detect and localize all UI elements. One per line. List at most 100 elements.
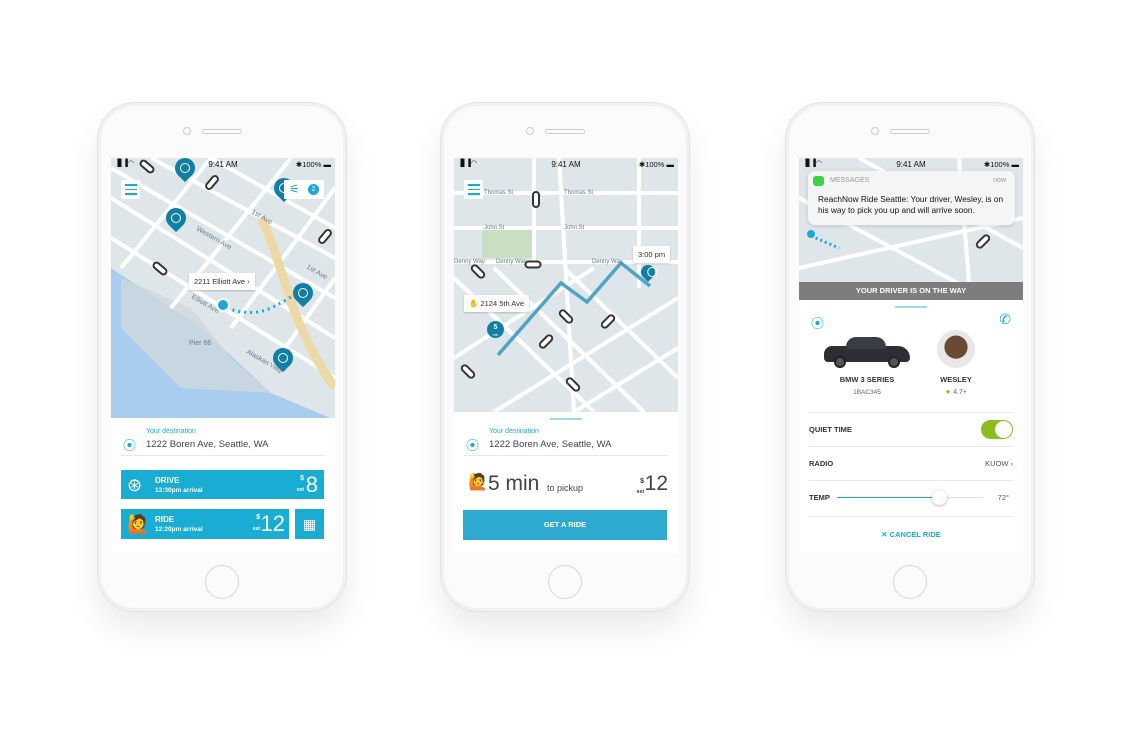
cancel-ride-button[interactable]: ✕ CANCEL RIDE [799, 530, 1023, 539]
schedule-button[interactable]: ▦ [295, 509, 324, 539]
camera [183, 127, 191, 135]
home-button[interactable] [548, 565, 582, 599]
driver-avatar [937, 330, 975, 368]
ride-option-button[interactable]: 🙋 RIDE 12:20pm arrival $ est 12 [121, 509, 289, 539]
map[interactable]: Thomas St Thomas St John St John St Denny Wa… [454, 158, 678, 412]
price: 8 [305, 472, 318, 497]
destination-label: Your destination [146, 428, 196, 435]
speaker [545, 129, 585, 134]
route-pin-icon: ⦿ [123, 438, 137, 453]
driver-rating: ★ 4.7+ [944, 389, 968, 396]
menu-button[interactable] [464, 180, 483, 199]
phone-1: Western Ave 1st Ave Elliott Ave Pier 66 Alas… [97, 102, 347, 612]
drive-option-button[interactable]: ⊛ DRIVE 12:30pm arrival $ est 8 [121, 470, 324, 499]
route-pin-icon: ⦿ [466, 438, 480, 453]
callout-text: 2211 Elliott Ave [194, 277, 246, 286]
price: 12 [644, 472, 668, 495]
divider [809, 446, 1013, 447]
speaker [890, 129, 930, 134]
divider [809, 480, 1013, 481]
drawer-handle[interactable] [895, 306, 927, 308]
svg-text:Denny Way: Denny Way [496, 259, 527, 265]
camera [871, 127, 879, 135]
person-icon: ✋ [469, 299, 479, 308]
close-icon: ✕ [881, 530, 888, 539]
currency: $ [300, 475, 304, 482]
location-callout[interactable]: 2211 Elliott Ave › [189, 273, 255, 290]
svg-text:John St: John St [484, 225, 505, 231]
destination-label: Your destination [489, 428, 539, 435]
status-bar: ▐▌▐ ◠ 9:41 AM ✱100% ▬ [799, 158, 1023, 170]
svg-text:John St: John St [564, 225, 585, 231]
svg-text:Pier 66: Pier 66 [189, 340, 211, 347]
steering-wheel-icon: ⊛ [127, 475, 143, 495]
svg-text:Thomas St: Thomas St [484, 190, 513, 196]
callout-text: 2124 5th Ave [480, 299, 525, 308]
calendar-clock-icon: ▦ [302, 516, 317, 532]
eta-value: 5 min [488, 472, 540, 495]
pickup-callout[interactable]: ✋ 2124 5th Ave [464, 295, 530, 312]
currency: $ [640, 478, 644, 485]
temp-slider[interactable] [837, 490, 983, 505]
divider [121, 455, 325, 456]
filter-count-badge: 2 [308, 184, 319, 195]
person-hailing-icon: 🙋 [468, 474, 488, 491]
phone-2: Thomas St Thomas St John St John St Denny Wa… [440, 102, 690, 612]
destination-input[interactable]: 1222 Boren Ave, Seattle, WA [146, 439, 269, 450]
temp-value: 72° [997, 493, 1009, 502]
est-label: est [636, 489, 644, 495]
phone-call-icon[interactable]: ✆ [999, 311, 1011, 328]
camera [526, 127, 534, 135]
divider [809, 516, 1013, 517]
notification-app: MESSAGES [830, 177, 870, 184]
driver-name: WESLEY [940, 375, 972, 384]
slider-thumb[interactable] [932, 490, 948, 505]
price: 12 [260, 511, 285, 536]
drawer-handle[interactable] [550, 418, 582, 420]
home-button[interactable] [205, 565, 239, 599]
battery: ✱100% ▬ [638, 160, 674, 169]
notification-time: now [993, 177, 1006, 184]
filter-button[interactable]: ⚟ 2 [284, 180, 324, 199]
pickup-pin[interactable]: 5 min [487, 321, 504, 338]
quiet-time-toggle[interactable] [981, 420, 1013, 439]
radio-label: RADIO [809, 459, 834, 468]
status-banner: YOUR DRIVER IS ON THE WAY [799, 282, 1023, 300]
eta-callout: 3:00 pm [633, 246, 671, 263]
phone-3: ▐▌▐ ◠ 9:41 AM ✱100% ▬ MESSAGES now ReachNo… [785, 102, 1035, 612]
notification-body: ReachNow Ride Seattle: Your driver, Wesl… [818, 194, 1004, 215]
speaker [202, 129, 242, 134]
est-label: est [252, 526, 260, 532]
est-label: est [296, 487, 304, 493]
message-notification[interactable]: MESSAGES now ReachNow Ride Seattle: Your… [808, 171, 1015, 225]
option-arrival: 12:30pm arrival [155, 487, 203, 494]
route-pin-icon[interactable]: ⦿ [811, 313, 824, 332]
car-icon[interactable] [524, 260, 542, 269]
sliders-icon: ⚟ [289, 182, 300, 196]
destination-input[interactable]: 1222 Boren Ave, Seattle, WA [489, 439, 612, 450]
map[interactable]: Western Ave 1st Ave Elliott Ave Pier 66 Alas… [111, 158, 335, 418]
person-hailing-icon: 🙋 [127, 514, 150, 534]
radio-row[interactable]: RADIO KUOW › [809, 459, 1013, 471]
car-icon[interactable] [532, 191, 540, 208]
get-a-ride-button[interactable]: GET A RIDE [463, 510, 667, 540]
svg-text:Thomas St: Thomas St [564, 190, 593, 196]
chevron-right-icon: › [1010, 459, 1014, 468]
divider [809, 412, 1013, 413]
svg-text:Denny Way: Denny Way [454, 259, 485, 265]
option-name: DRIVE [155, 476, 180, 485]
status-bar: ▐▌▐ ◠ 9:41 AM ✱100% ▬ [454, 158, 678, 170]
option-arrival: 12:20pm arrival [155, 526, 203, 533]
screen-3: ▐▌▐ ◠ 9:41 AM ✱100% ▬ MESSAGES now ReachNo… [799, 158, 1023, 553]
svg-text:Denny Way: Denny Way [592, 259, 623, 265]
car-model: BMW 3 SERIES [839, 375, 895, 384]
star-icon: ★ [944, 389, 952, 396]
status-bar: ▐▌▐ ◠ 9:41 AM ✱100% ▬ [111, 158, 335, 170]
messages-app-icon [813, 176, 824, 186]
svg-text:1st Ave: 1st Ave [305, 264, 328, 282]
currency: $ [256, 514, 260, 521]
home-button[interactable] [893, 565, 927, 599]
eta-suffix: to pickup [547, 483, 584, 493]
license-plate: 1BAC345 [853, 389, 881, 396]
menu-button[interactable] [121, 180, 140, 199]
